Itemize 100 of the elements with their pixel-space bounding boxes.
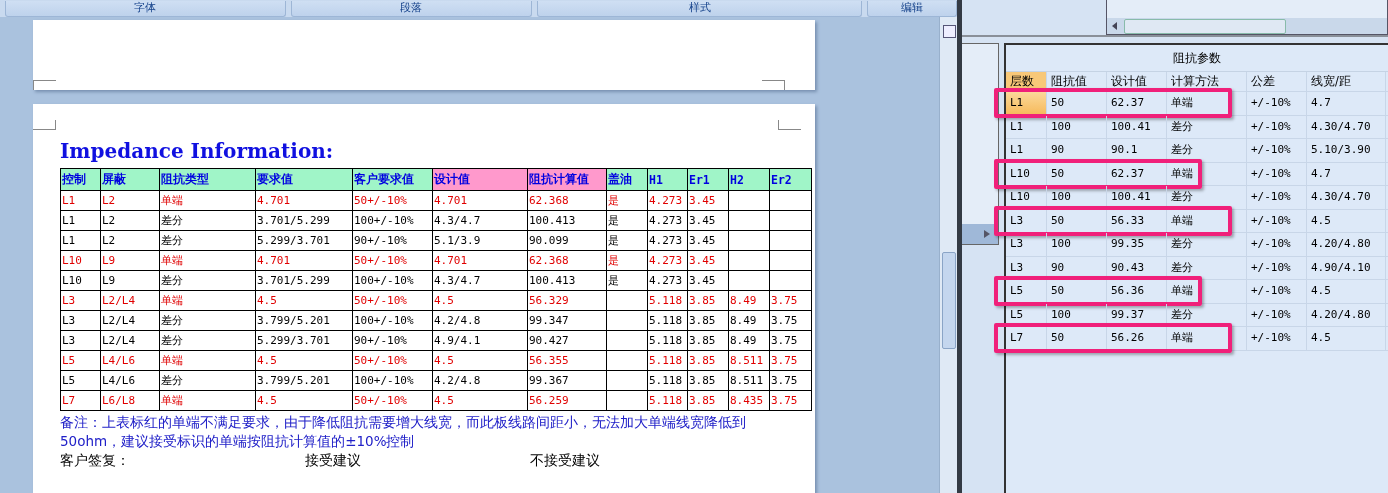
grid-cell[interactable]: 单端 [1167,92,1247,115]
grid-cell[interactable]: 56.33 [1107,209,1167,232]
grid-cell[interactable]: 单端 [1167,327,1247,350]
grid-cell[interactable]: 差分 [1167,115,1247,138]
grid-cell[interactable]: 差分 [1167,303,1247,326]
grid-cell[interactable]: 差分 [1167,256,1247,279]
grid-cell[interactable]: L1 [1006,92,1047,115]
grid-cell[interactable]: +/-10% [1247,303,1307,326]
table-cell: 4.9/4.1 [432,330,528,351]
column-header[interactable]: 阻抗值 [1047,72,1107,91]
document-heading: Impedance Information: [60,138,335,165]
grid-cell[interactable]: 差分 [1167,139,1247,162]
grid-cell[interactable]: 4.30/4.70 [1307,186,1386,209]
grid-cell[interactable]: +/-10% [1247,115,1307,138]
grid-cell[interactable]: 99.35 [1107,233,1167,256]
grid-cell[interactable]: 4.20/4.80 [1307,303,1386,326]
table-cell: 3.75 [769,310,812,331]
horizontal-scrollbar[interactable] [962,224,998,244]
grid-cell[interactable]: 50 [1047,327,1107,350]
grid-cell[interactable]: 90.1 [1107,139,1167,162]
grid-cell[interactable]: 50 [1047,280,1107,303]
grid-cell[interactable]: +/-10% [1247,186,1307,209]
grid-cell[interactable]: 56.36 [1107,280,1167,303]
grid-cell[interactable]: 单端 [1167,209,1247,232]
grid-cell[interactable]: 4.30/4.70 [1307,115,1386,138]
table-cell: L2/L4 [100,290,160,311]
left-arrow-icon[interactable] [1112,22,1118,30]
table-cell [769,190,812,211]
grid-cell[interactable]: +/-10% [1247,162,1307,185]
grid-cell[interactable]: 5.10/3.90 [1307,139,1386,162]
scroll-thumb[interactable] [942,252,956,349]
grid-cell[interactable]: L5 [1006,303,1047,326]
column-header[interactable]: 线宽/距 [1307,72,1386,91]
grid-cell[interactable]: 差分 [1167,233,1247,256]
grid-cell[interactable]: 单端 [1167,280,1247,303]
table-cell: 5.118 [647,350,688,371]
column-header[interactable]: 设计值 [1107,72,1167,91]
right-arrow-icon[interactable] [984,230,990,238]
table-cell: 8.49 [728,310,770,331]
table-cell: 3.45 [687,250,729,271]
grid-cell[interactable]: +/-10% [1247,233,1307,256]
grid-cell[interactable]: L1 [1006,139,1047,162]
grid-cell[interactable]: 单端 [1167,162,1247,185]
grid-cell[interactable]: 4.90/4.10 [1307,256,1386,279]
grid-cell[interactable]: 100 [1047,115,1107,138]
vertical-scrollbar[interactable] [939,17,957,493]
column-header[interactable]: 计算方法 [1167,72,1247,91]
grid-cell[interactable]: 4.5 [1307,209,1386,232]
table-cell: L2 [100,210,160,231]
grid-cell[interactable]: L3 [1006,256,1047,279]
grid-cell[interactable]: 99.37 [1107,303,1167,326]
table-cell: 4.5 [432,290,528,311]
grid-cell[interactable]: 62.37 [1107,162,1167,185]
table-cell: 4.5 [255,290,353,311]
grid-cell[interactable]: +/-10% [1247,92,1307,115]
table-cell: 4.2/4.8 [432,310,528,331]
scroll-thumb[interactable] [1124,18,1286,34]
grid-cell[interactable]: 50 [1047,92,1107,115]
grid-cell[interactable]: L3 [1006,233,1047,256]
grid-cell[interactable]: +/-10% [1247,256,1307,279]
grid-cell[interactable]: L10 [1006,186,1047,209]
grid-cell[interactable]: +/-10% [1247,327,1307,350]
table-cell: 4.273 [647,250,688,271]
grid-cell[interactable]: 90 [1047,139,1107,162]
grid-cell[interactable]: 100.41 [1107,186,1167,209]
column-header: 盖油 [606,168,648,191]
grid-cell[interactable]: L3 [1006,209,1047,232]
table-cell: L4/L6 [100,370,160,391]
ribbon-group-label: 字体 [5,1,286,17]
crop-mark [33,80,56,90]
table-cell: 4.273 [647,230,688,251]
grid-cell[interactable]: 90 [1047,256,1107,279]
grid-cell[interactable]: 90.43 [1107,256,1167,279]
grid-cell[interactable]: 50 [1047,209,1107,232]
column-header[interactable]: 公差 [1247,72,1307,91]
grid-cell[interactable]: 50 [1047,162,1107,185]
grid-cell[interactable]: 100 [1047,186,1107,209]
split-icon[interactable] [943,25,956,38]
table-cell: 差分 [159,270,256,291]
table-cell: 3.85 [687,290,729,311]
grid-cell[interactable]: 4.5 [1307,327,1386,350]
grid-cell[interactable]: 4.7 [1307,162,1386,185]
grid-cell[interactable]: 100 [1047,233,1107,256]
grid-cell[interactable]: 100.41 [1107,115,1167,138]
grid-cell[interactable]: L5 [1006,280,1047,303]
grid-cell[interactable]: +/-10% [1247,139,1307,162]
grid-cell[interactable]: L1 [1006,115,1047,138]
grid-cell[interactable]: 62.37 [1107,92,1167,115]
grid-cell[interactable]: L7 [1006,327,1047,350]
table-cell: 单端 [159,250,256,271]
grid-cell[interactable]: +/-10% [1247,209,1307,232]
grid-cell[interactable]: 4.20/4.80 [1307,233,1386,256]
grid-cell[interactable]: L10 [1006,162,1047,185]
grid-cell[interactable]: 4.5 [1307,280,1386,303]
grid-cell[interactable]: 4.7 [1307,92,1386,115]
grid-cell[interactable]: 56.26 [1107,327,1167,350]
grid-cell[interactable]: 差分 [1167,186,1247,209]
grid-cell[interactable]: +/-10% [1247,280,1307,303]
horizontal-scrollbar[interactable] [1107,18,1387,34]
grid-cell[interactable]: 100 [1047,303,1107,326]
